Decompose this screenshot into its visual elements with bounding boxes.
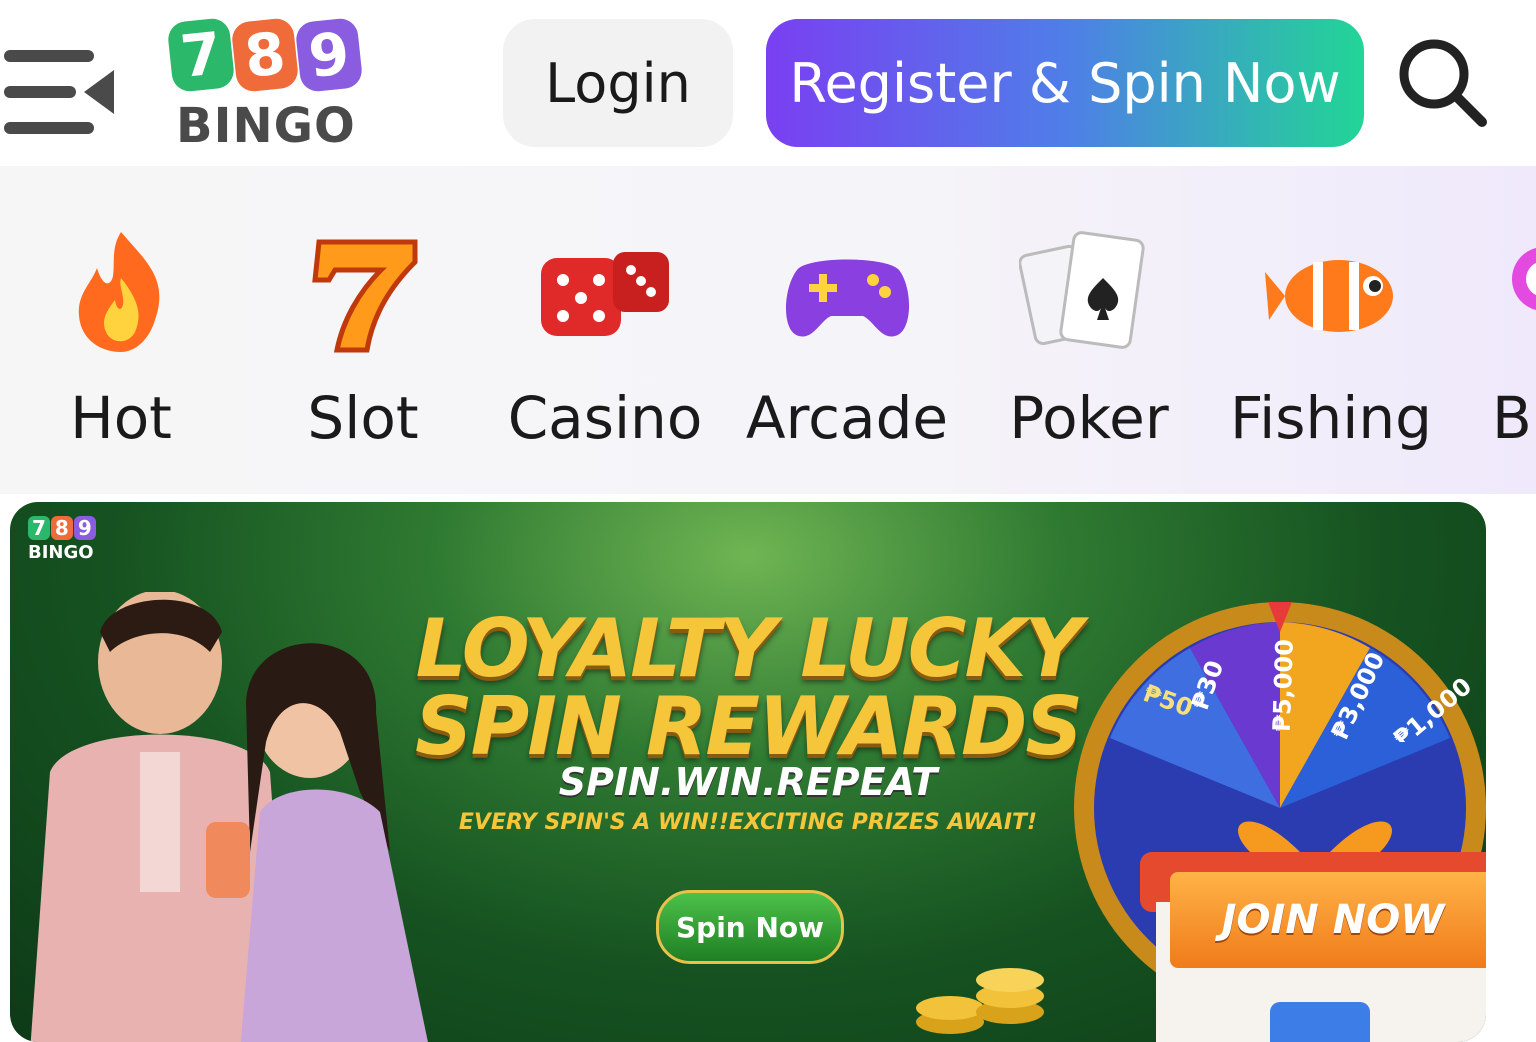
logo-digit: 7 [166, 16, 236, 94]
wheel-prize: ₱30 [1186, 657, 1229, 714]
category-label: Poker [1009, 384, 1169, 452]
category-label: Fishing [1230, 384, 1432, 452]
category-arcade[interactable]: Arcade [726, 166, 968, 494]
banner-logo-digit: 8 [50, 516, 73, 540]
logo-word: BINGO [176, 98, 356, 154]
category-label: Casino [507, 384, 703, 452]
category-poker[interactable]: Poker [968, 166, 1210, 494]
banner-logo-digit: 7 [28, 516, 50, 540]
lucky-seven-icon [312, 239, 418, 353]
wheel-prize-labels: ₱50 ₱30 ₱5,000 ₱3,000 ₱1,000 [1140, 639, 1477, 742]
wheel-prize: ₱3,000 [1326, 648, 1391, 742]
category-bingo[interactable]: Bi [1452, 166, 1536, 494]
playing-cards-icon [1019, 231, 1145, 349]
register-spin-button[interactable]: Register & Spin Now [766, 19, 1364, 147]
category-casino[interactable]: Casino [484, 166, 726, 494]
login-button[interactable]: Login [503, 19, 733, 147]
brand-logo[interactable]: 7 8 9 BINGO [166, 16, 370, 154]
logo-digit: 9 [294, 16, 364, 94]
wheel-prize: ₱1,000 [1388, 672, 1477, 742]
fire-icon [78, 232, 160, 352]
clownfish-icon [1265, 260, 1393, 332]
spin-now-button[interactable]: Spin Now [656, 890, 844, 964]
top-header: 7 8 9 BINGO Login Register & Spin Now [0, 0, 1536, 166]
join-now-button[interactable]: JOIN NOW [1170, 872, 1486, 968]
logo-digit: 8 [230, 16, 300, 94]
category-label: Bi [1492, 384, 1536, 452]
promo-banner[interactable]: 7 8 9 BINGO LOYALTY LUCKY SPIN REWARDS S… [10, 502, 1486, 1042]
category-label: Slot [307, 384, 419, 452]
banner-logo-digit: 9 [73, 516, 96, 540]
menu-icon[interactable] [4, 48, 116, 138]
search-icon[interactable] [1396, 36, 1488, 128]
gamepad-icon [786, 259, 910, 337]
category-slot[interactable]: Slot [242, 166, 484, 494]
banner-logo-word: BINGO [28, 542, 94, 563]
category-bar: Hot Slot Casino Arcade Poker Fishing B [0, 166, 1536, 494]
category-hot[interactable]: Hot [0, 166, 242, 494]
dice-icon [541, 252, 669, 336]
banner-logo: 7 8 9 BINGO [28, 516, 108, 576]
category-label: Arcade [745, 384, 949, 452]
category-label: Hot [70, 384, 172, 452]
category-fishing[interactable]: Fishing [1210, 166, 1452, 494]
wheel-prize: ₱5,000 [1268, 639, 1299, 733]
bingo-ball-icon [1512, 248, 1536, 310]
